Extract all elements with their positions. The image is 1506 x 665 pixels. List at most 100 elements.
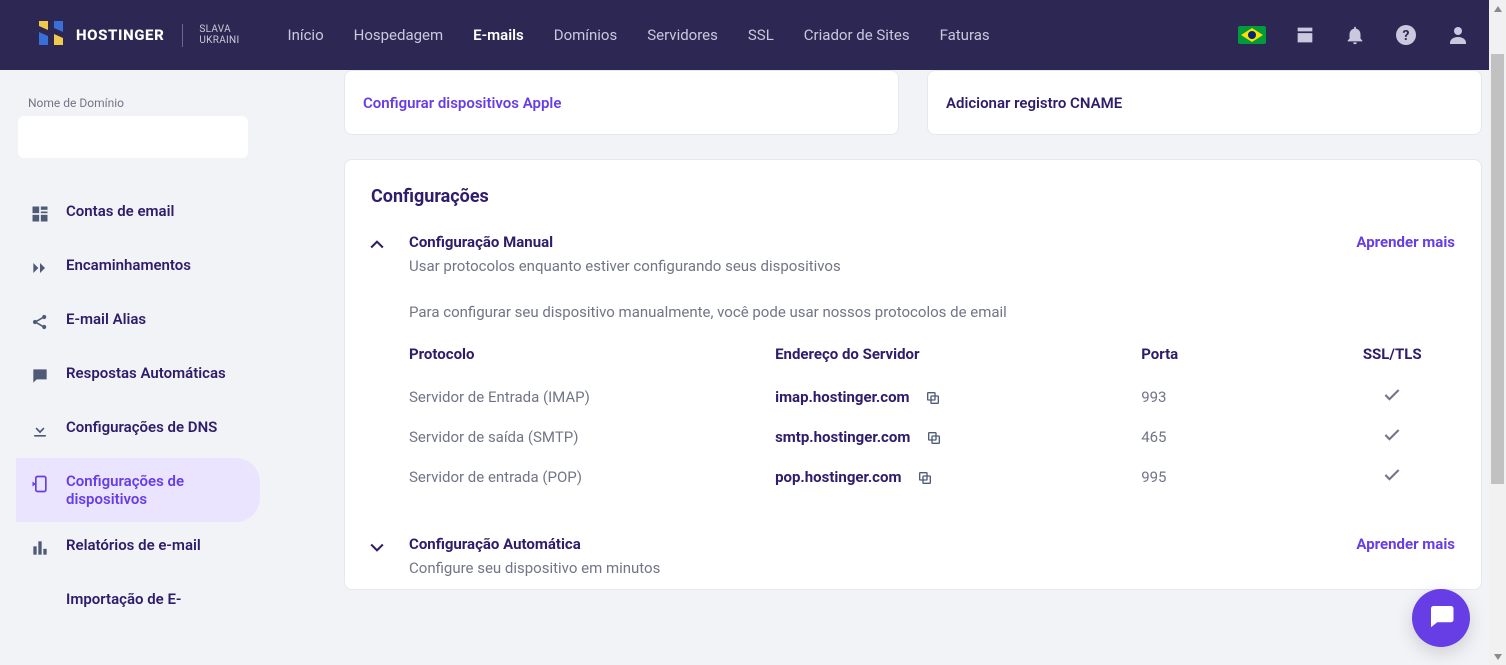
slava-ukraini: SLAVA UKRAINI — [182, 24, 239, 47]
nav-faturas[interactable]: Faturas — [940, 26, 990, 44]
sidebar-item-label: Relatórios de e-mail — [66, 536, 201, 554]
top-nav: Início Hospedagem E-mails Domínios Servi… — [288, 26, 990, 44]
hostinger-logo-icon — [36, 18, 66, 52]
share-icon — [30, 312, 50, 336]
accordion-manual-header[interactable]: Configuração Manual Usar protocolos enqu… — [345, 215, 1481, 283]
forward-icon — [30, 258, 50, 282]
sidebar-item-respostas[interactable]: Respostas Automáticas — [16, 350, 260, 404]
cell-address: imap.hostinger.com — [775, 388, 909, 406]
topbar-right: ? — [1238, 23, 1470, 47]
slava-line2: UKRAINI — [199, 35, 239, 47]
download-icon — [30, 420, 50, 444]
check-icon — [1382, 391, 1402, 409]
nav-ssl[interactable]: SSL — [748, 26, 774, 44]
brand-text: HOSTINGER — [76, 26, 164, 44]
learn-more-manual[interactable]: Aprender mais — [1356, 233, 1455, 251]
cell-ssl — [1329, 377, 1455, 417]
device-config-icon — [30, 474, 50, 498]
nav-hospedagem[interactable]: Hospedagem — [354, 26, 444, 44]
nav-inicio[interactable]: Início — [288, 26, 324, 44]
sidebar-item-alias[interactable]: E-mail Alias — [16, 296, 260, 350]
learn-more-auto[interactable]: Aprender mais — [1356, 535, 1455, 553]
scroll-up-arrow[interactable] — [1489, 0, 1506, 17]
sidebar-item-contas[interactable]: Contas de email — [16, 188, 260, 242]
message-icon — [30, 366, 50, 390]
copy-icon[interactable] — [925, 390, 941, 406]
domain-label: Nome de Domínio — [28, 96, 280, 110]
scroll-down-arrow[interactable] — [1489, 648, 1506, 665]
scroll-thumb[interactable] — [1491, 54, 1504, 484]
sidebar-item-label: Encaminhamentos — [66, 256, 191, 274]
cell-address: pop.hostinger.com — [775, 468, 901, 486]
sidebar-item-encaminhamentos[interactable]: Encaminhamentos — [16, 242, 260, 296]
store-icon[interactable] — [1294, 24, 1316, 46]
locale-flag-br[interactable] — [1238, 26, 1266, 44]
svg-text:?: ? — [1403, 28, 1410, 44]
protocol-table: Protocolo Endereço do Servidor Porta SSL… — [409, 345, 1455, 497]
manual-title: Configuração Manual — [409, 233, 1356, 251]
slava-line1: SLAVA — [199, 24, 239, 36]
cell-protocol: Servidor de saída (SMTP) — [409, 417, 775, 457]
main-content: Configurar dispositivos Apple Adicionar … — [280, 70, 1506, 665]
th-ssl: SSL/TLS — [1329, 345, 1455, 377]
sidebar-item-label: Configurações de DNS — [66, 418, 217, 436]
top-cards: Configurar dispositivos Apple Adicionar … — [344, 70, 1482, 135]
copy-icon[interactable] — [926, 430, 942, 446]
config-card: Configurações Configuração Manual Usar p… — [344, 159, 1482, 590]
chat-icon — [1426, 601, 1456, 635]
logo[interactable]: HOSTINGER SLAVA UKRAINI — [36, 18, 240, 52]
auto-title: Configuração Automática — [409, 535, 1356, 553]
th-address: Endereço do Servidor — [775, 345, 1141, 377]
cell-port: 995 — [1141, 457, 1329, 497]
check-icon — [1382, 471, 1402, 489]
th-protocol: Protocolo — [409, 345, 775, 377]
cell-ssl — [1329, 417, 1455, 457]
copy-icon[interactable] — [917, 470, 933, 486]
sidebar-item-label: Contas de email — [66, 202, 174, 220]
accordion-manual-body: Para configurar seu dispositivo manualme… — [345, 283, 1481, 507]
nav-servidores[interactable]: Servidores — [647, 26, 718, 44]
bar-chart-icon — [30, 538, 50, 562]
cell-address: smtp.hostinger.com — [775, 428, 910, 446]
chevron-down-icon[interactable] — [367, 537, 391, 561]
grid-icon — [30, 204, 50, 228]
nav-dominios[interactable]: Domínios — [554, 26, 618, 44]
sidebar-item-label: Respostas Automáticas — [66, 364, 226, 382]
card-cname[interactable]: Adicionar registro CNAME — [927, 70, 1482, 135]
scrollbar[interactable] — [1489, 0, 1506, 665]
cell-protocol: Servidor de Entrada (IMAP) — [409, 377, 775, 417]
sidebar-item-dns[interactable]: Configurações de DNS — [16, 404, 260, 458]
cell-ssl — [1329, 457, 1455, 497]
sidebar-item-dispositivos[interactable]: Configurações de dispositivos — [16, 458, 260, 522]
check-icon — [1382, 431, 1402, 449]
sidebar-item-importacao[interactable]: Importação de E- — [16, 576, 260, 622]
table-row: Servidor de Entrada (IMAP) imap.hostinge… — [409, 377, 1455, 417]
section-title: Configurações — [345, 160, 1481, 215]
apple-config-link[interactable]: Configurar dispositivos Apple — [363, 94, 561, 112]
account-icon[interactable] — [1446, 23, 1470, 47]
help-icon[interactable]: ? — [1394, 23, 1418, 47]
chat-fab[interactable] — [1412, 589, 1470, 647]
nav-emails[interactable]: E-mails — [473, 26, 524, 44]
table-row: Servidor de saída (SMTP) smtp.hostinger.… — [409, 417, 1455, 457]
cname-link: Adicionar registro CNAME — [946, 94, 1122, 112]
nav-criador[interactable]: Criador de Sites — [804, 26, 910, 44]
table-row: Servidor de entrada (POP) pop.hostinger.… — [409, 457, 1455, 497]
accordion-auto-header[interactable]: Configuração Automática Configure seu di… — [345, 507, 1481, 589]
topbar: HOSTINGER SLAVA UKRAINI Início Hospedage… — [0, 0, 1506, 70]
sidebar-item-label: Configurações de dispositivos — [66, 472, 246, 508]
sidebar-item-label: E-mail Alias — [66, 310, 146, 328]
cell-protocol: Servidor de entrada (POP) — [409, 457, 775, 497]
sidebar-item-relatorios[interactable]: Relatórios de e-mail — [16, 522, 260, 576]
manual-intro: Para configurar seu dispositivo manualme… — [409, 303, 1455, 321]
sidebar-item-label: Importação de E- — [66, 590, 181, 608]
auto-subtitle: Configure seu dispositivo em minutos — [409, 559, 1356, 577]
th-port: Porta — [1141, 345, 1329, 377]
bell-icon[interactable] — [1344, 24, 1366, 46]
cell-port: 993 — [1141, 377, 1329, 417]
cell-port: 465 — [1141, 417, 1329, 457]
sidebar: Nome de Domínio Contas de email Encaminh… — [0, 70, 280, 665]
chevron-up-icon[interactable] — [367, 235, 391, 259]
domain-selector[interactable] — [18, 116, 248, 158]
card-apple-config[interactable]: Configurar dispositivos Apple — [344, 70, 899, 135]
